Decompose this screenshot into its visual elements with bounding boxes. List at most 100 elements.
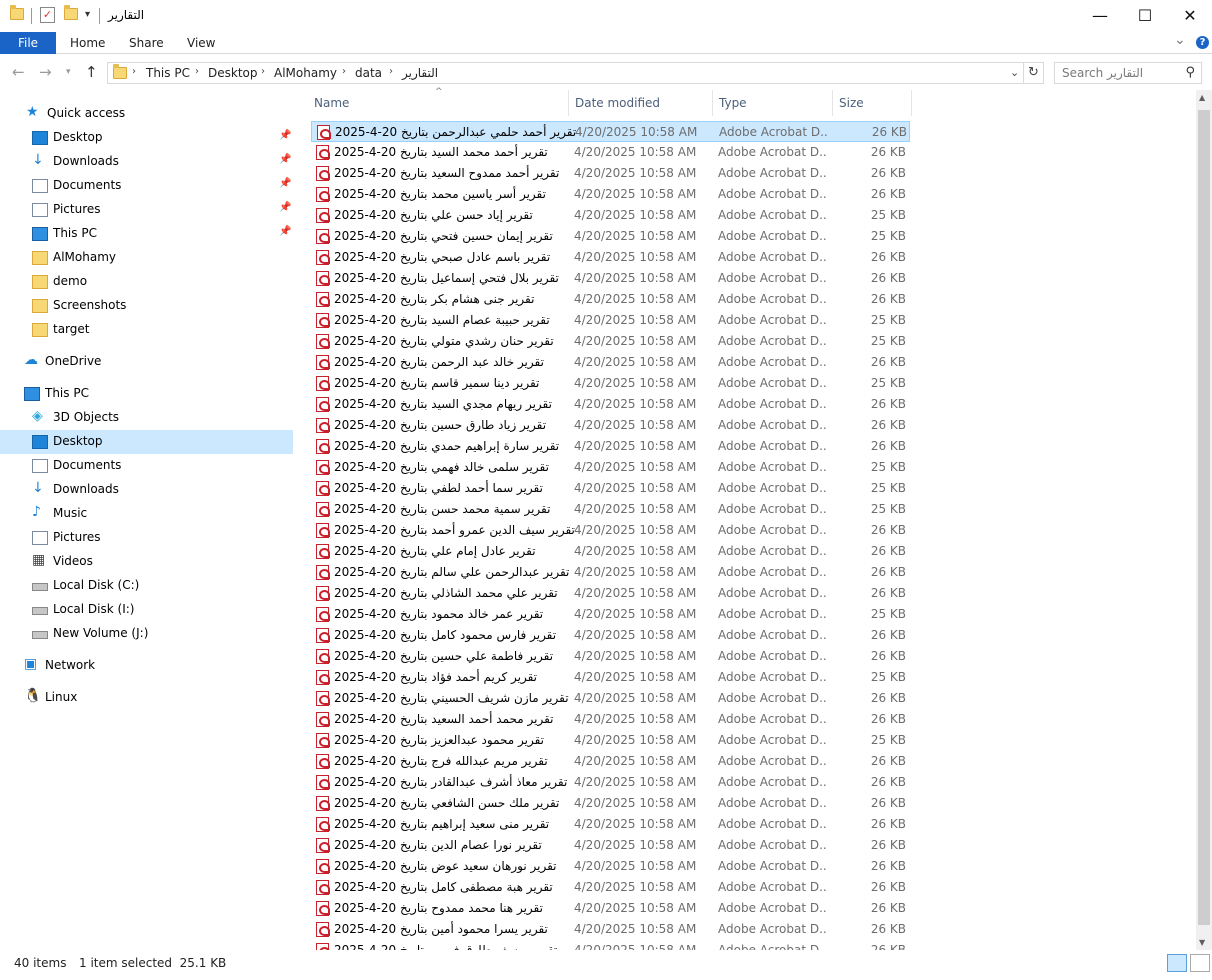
sidebar-item-pictures[interactable]: Pictures 📌 (0, 198, 293, 222)
properties-icon[interactable]: ✓ (40, 7, 55, 23)
sidebar-item-local-disk-c[interactable]: Local Disk (C:) (0, 574, 293, 598)
sidebar-item-target[interactable]: target (0, 318, 293, 342)
sidebar-item-this-pc[interactable]: This PC (0, 382, 293, 406)
address-bar[interactable]: › This PC › Desktop › AlMohamy › data › … (107, 62, 1024, 84)
file-row[interactable]: تقرير أحمد محمد السيد بتاريخ 20-4-2025 4/… (311, 142, 910, 163)
help-icon[interactable]: ? (1196, 36, 1209, 49)
column-header-type[interactable]: Type (719, 96, 747, 110)
maximize-button[interactable]: ☐ (1122, 0, 1168, 30)
sidebar-item-music[interactable]: ♪ Music (0, 502, 293, 526)
file-row[interactable]: تقرير سما أحمد لطفي بتاريخ 20-4-2025 4/20… (311, 478, 910, 499)
file-row[interactable]: تقرير عمر خالد محمود بتاريخ 20-4-2025 4/2… (311, 604, 910, 625)
file-row[interactable]: تقرير أحمد حلمي عبدالرحمن بتاريخ 20-4-20… (311, 121, 910, 142)
sidebar-item-onedrive[interactable]: ☁ OneDrive (0, 350, 293, 374)
search-input[interactable]: Search التقارير ⚲ (1054, 62, 1202, 84)
vertical-scrollbar[interactable]: ▲ ▼ (1196, 90, 1212, 950)
sidebar-item-3d-objects[interactable]: ◈ 3D Objects (0, 406, 293, 430)
file-row[interactable]: تقرير هنا محمد ممدوح بتاريخ 20-4-2025 4/2… (311, 898, 910, 919)
file-row[interactable]: تقرير عادل إمام علي بتاريخ 20-4-2025 4/20… (311, 541, 910, 562)
breadcrumb-desktop[interactable]: Desktop (208, 66, 258, 80)
file-row[interactable]: تقرير دينا سمير قاسم بتاريخ 20-4-2025 4/2… (311, 373, 910, 394)
column-header-size[interactable]: Size (839, 96, 864, 110)
address-dropdown-icon[interactable]: ⌄ (1010, 66, 1019, 79)
sidebar-item-documents[interactable]: Documents 📌 (0, 174, 293, 198)
tab-view[interactable]: View (187, 32, 215, 54)
file-row[interactable]: تقرير هبة مصطفى كامل بتاريخ 20-4-2025 4/2… (311, 877, 910, 898)
file-row[interactable]: تقرير إيمان حسين فتحي بتاريخ 20-4-2025 4/… (311, 226, 910, 247)
back-icon[interactable]: ← (12, 63, 25, 81)
breadcrumb-data[interactable]: data (355, 66, 382, 80)
file-row[interactable]: تقرير كريم أحمد فؤاد بتاريخ 20-4-2025 4/2… (311, 667, 910, 688)
tab-home[interactable]: Home (70, 32, 105, 54)
sidebar-item-desktop[interactable]: Desktop 📌 (0, 126, 293, 150)
sidebar-item-almohamy[interactable]: AlMohamy (0, 246, 293, 270)
column-header-date[interactable]: Date modified (575, 96, 660, 110)
file-row[interactable]: تقرير حنان رشدي متولي بتاريخ 20-4-2025 4/… (311, 331, 910, 352)
details-view-button[interactable] (1167, 954, 1187, 972)
sidebar-item-desktop[interactable]: Desktop (0, 430, 293, 454)
file-row[interactable]: تقرير خالد عبد الرحمن بتاريخ 20-4-2025 4/… (311, 352, 910, 373)
sidebar-item-linux[interactable]: 🐧 Linux (0, 686, 293, 710)
sidebar-item-this-pc[interactable]: This PC 📌 (0, 222, 293, 246)
sidebar-item-videos[interactable]: ▦ Videos (0, 550, 293, 574)
file-row[interactable]: تقرير محمد أحمد السعيد بتاريخ 20-4-2025 4… (311, 709, 910, 730)
column-divider[interactable] (712, 90, 713, 116)
expand-ribbon-icon[interactable]: ⌄ (1174, 29, 1186, 51)
recent-locations-icon[interactable]: ▾ (66, 67, 71, 77)
sidebar-item-pictures[interactable]: Pictures (0, 526, 293, 550)
tab-file[interactable]: File (0, 32, 56, 54)
breadcrumb-this-pc[interactable]: This PC (146, 66, 190, 80)
file-row[interactable]: تقرير أحمد ممدوح السعيد بتاريخ 20-4-2025… (311, 163, 910, 184)
quick-access-dropdown-icon[interactable]: ▾ (85, 9, 90, 20)
sidebar-item-downloads[interactable]: ↓ Downloads (0, 478, 293, 502)
file-row[interactable]: تقرير نورا عصام الدين بتاريخ 20-4-2025 4/… (311, 835, 910, 856)
file-row[interactable]: تقرير منى سعيد إبراهيم بتاريخ 20-4-2025 4… (311, 814, 910, 835)
file-row[interactable]: تقرير يسرا محمود أمين بتاريخ 20-4-2025 4/… (311, 919, 910, 940)
large-icons-view-button[interactable] (1190, 954, 1210, 972)
tab-share[interactable]: Share (129, 32, 164, 54)
file-row[interactable]: تقرير إياد حسن علي بتاريخ 20-4-2025 4/20/… (311, 205, 910, 226)
file-row[interactable]: تقرير معاذ أشرف عبدالقادر بتاريخ 20-4-20… (311, 772, 910, 793)
file-row[interactable]: تقرير فارس محمود كامل بتاريخ 20-4-2025 4/… (311, 625, 910, 646)
new-folder-icon[interactable] (64, 5, 78, 20)
file-row[interactable]: تقرير عبدالرحمن علي سالم بتاريخ 20-4-202… (311, 562, 910, 583)
scrollbar-thumb[interactable] (1198, 110, 1210, 925)
file-row[interactable]: تقرير حبيبة عصام السيد بتاريخ 20-4-2025 4… (311, 310, 910, 331)
forward-icon[interactable]: → (39, 63, 52, 81)
breadcrumb-current[interactable]: التقارير (402, 66, 438, 80)
file-row[interactable]: تقرير فاطمة علي حسين بتاريخ 20-4-2025 4/2… (311, 646, 910, 667)
refresh-icon[interactable]: ↻ (1024, 62, 1044, 84)
sidebar-item-demo[interactable]: demo (0, 270, 293, 294)
file-row[interactable]: تقرير جنى هشام بكر بتاريخ 20-4-2025 4/20/… (311, 289, 910, 310)
breadcrumb-almohamy[interactable]: AlMohamy (274, 66, 337, 80)
file-row[interactable]: تقرير بلال فتحي إسماعيل بتاريخ 20-4-2025… (311, 268, 910, 289)
minimize-button[interactable]: — (1077, 0, 1123, 30)
sidebar-item-network[interactable]: ▣ Network (0, 654, 293, 678)
sidebar-item-new-volume-j[interactable]: New Volume (J:) (0, 622, 293, 646)
file-row[interactable]: تقرير علي محمد الشاذلي بتاريخ 20-4-2025 4… (311, 583, 910, 604)
sidebar-item-downloads[interactable]: ↓ Downloads 📌 (0, 150, 293, 174)
up-icon[interactable]: ↑ (85, 63, 98, 81)
close-button[interactable]: ✕ (1167, 0, 1212, 30)
sidebar-item-local-disk-i[interactable]: Local Disk (I:) (0, 598, 293, 622)
file-row[interactable]: تقرير زياد طارق حسين بتاريخ 20-4-2025 4/2… (311, 415, 910, 436)
column-divider[interactable] (568, 90, 569, 116)
file-row[interactable]: تقرير سمية محمد حسن بتاريخ 20-4-2025 4/20… (311, 499, 910, 520)
file-row[interactable]: تقرير مريم عبدالله فرج بتاريخ 20-4-2025 4… (311, 751, 910, 772)
file-row[interactable]: تقرير ريهام مجدي السيد بتاريخ 20-4-2025 4… (311, 394, 910, 415)
sidebar-item-quick-access[interactable]: ★ Quick access (0, 102, 293, 126)
file-row[interactable]: تقرير مازن شريف الحسيني بتاريخ 20-4-2025… (311, 688, 910, 709)
file-row[interactable]: تقرير نورهان سعيد عوض بتاريخ 20-4-2025 4/… (311, 856, 910, 877)
sidebar-item-screenshots[interactable]: Screenshots (0, 294, 293, 318)
file-row[interactable]: تقرير أسر ياسين محمد بتاريخ 20-4-2025 4/2… (311, 184, 910, 205)
scroll-up-icon[interactable]: ▲ (1199, 93, 1205, 102)
file-row[interactable]: تقرير باسم عادل صبحي بتاريخ 20-4-2025 4/2… (311, 247, 910, 268)
column-header-name[interactable]: Name (314, 96, 349, 110)
scroll-down-icon[interactable]: ▼ (1199, 938, 1205, 947)
file-row[interactable]: تقرير محمود عبدالعزيز بتاريخ 20-4-2025 4/… (311, 730, 910, 751)
sidebar-item-documents[interactable]: Documents (0, 454, 293, 478)
column-divider[interactable] (911, 90, 912, 116)
file-row[interactable]: تقرير سيف الدين عمرو أحمد بتاريخ 20-4-20… (311, 520, 910, 541)
file-row[interactable]: تقرير سلمى خالد فهمي بتاريخ 20-4-2025 4/2… (311, 457, 910, 478)
column-divider[interactable] (832, 90, 833, 116)
